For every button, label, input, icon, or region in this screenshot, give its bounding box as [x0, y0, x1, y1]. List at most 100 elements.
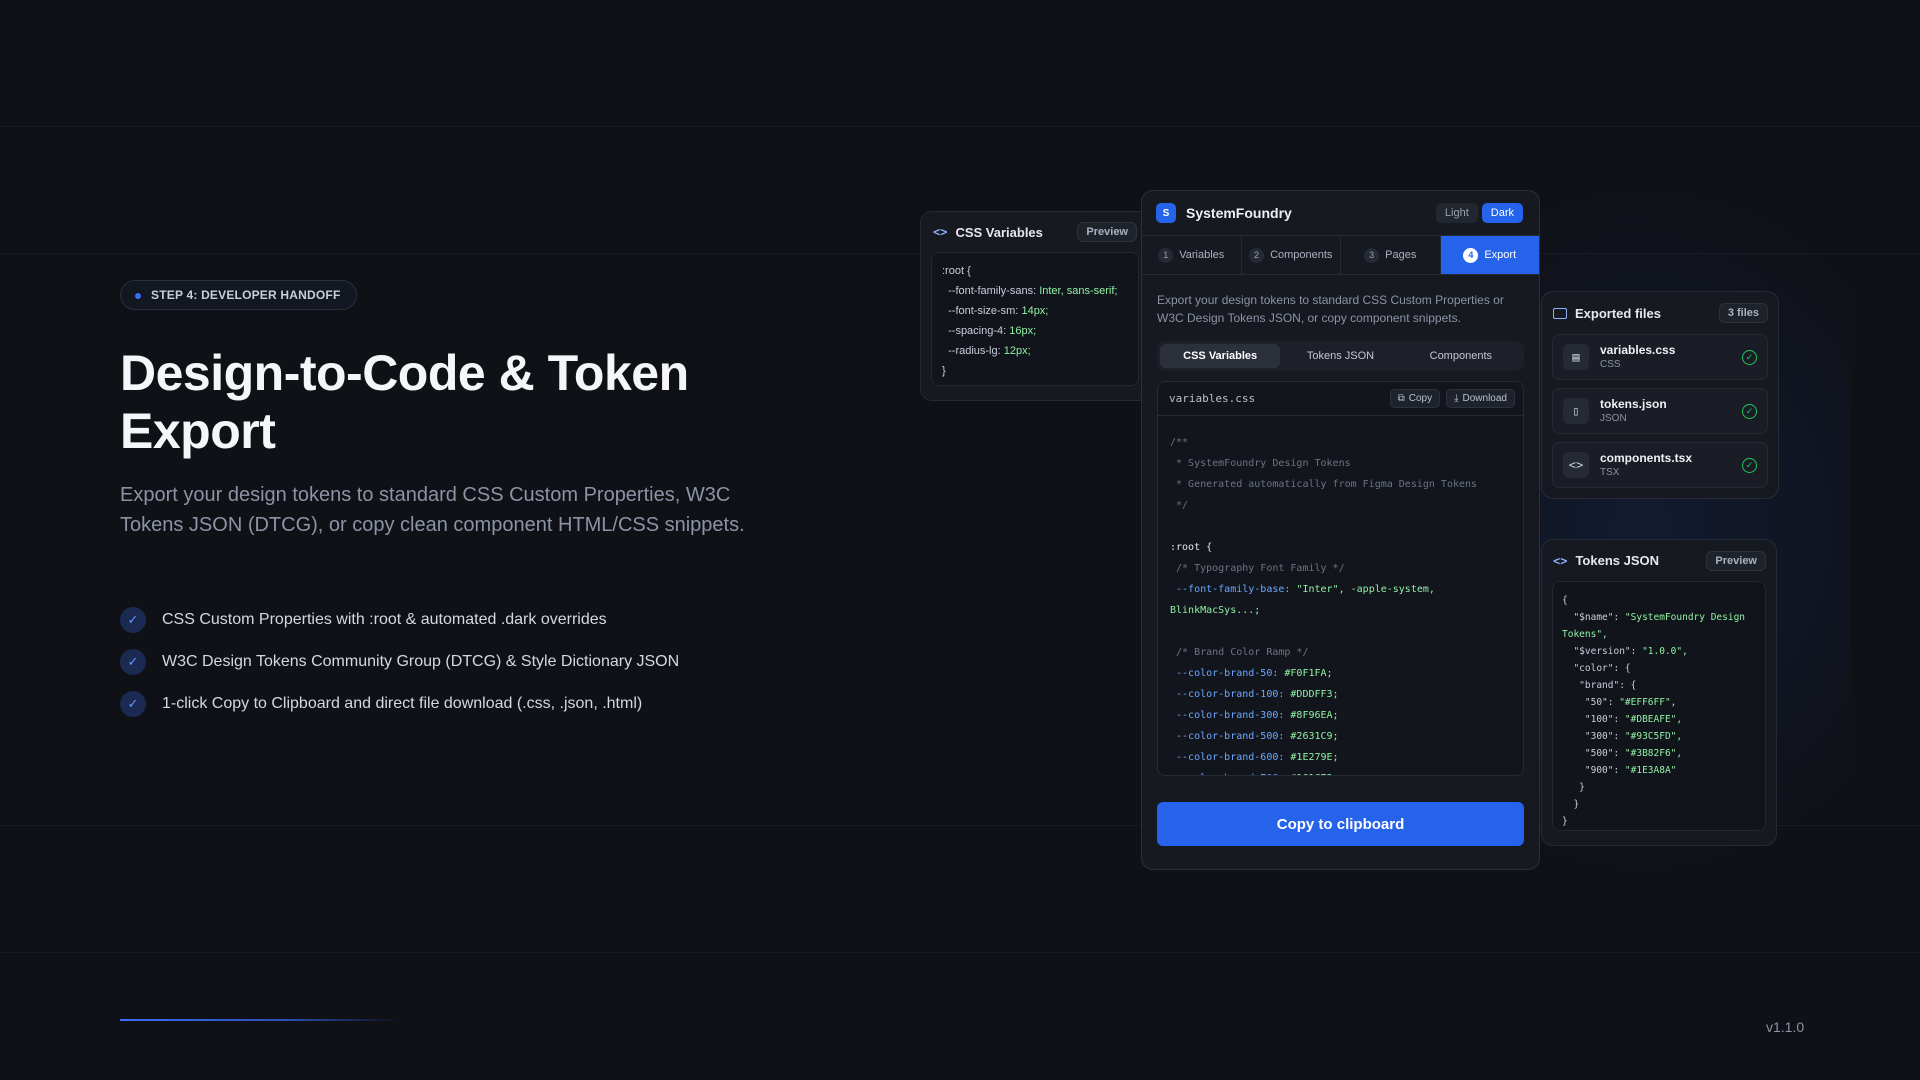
code-line: /** — [1170, 437, 1189, 448]
step-label: Pages — [1385, 249, 1417, 261]
code-icon: <> — [933, 225, 948, 239]
step-number: 1 — [1158, 247, 1174, 263]
file-item[interactable]: ▯ tokens.json JSON ✓ — [1552, 388, 1768, 434]
code-line: * Generated automatically from Figma Des… — [1170, 479, 1478, 490]
step-number: 3 — [1364, 247, 1380, 263]
tokens-json-card: <> Tokens JSON Preview { "$name": "Syste… — [1541, 539, 1777, 846]
code-value: #2631C9; — [1284, 731, 1339, 742]
tab-tokens-json[interactable]: Tokens JSON — [1280, 344, 1400, 368]
copy-button[interactable]: ⧉ Copy — [1389, 389, 1441, 408]
code-value: Inter, sans-serif; — [1039, 285, 1118, 297]
file-type: CSS — [1600, 358, 1621, 370]
json-line: { — [1562, 592, 1756, 609]
code-value: #F0F1FA; — [1278, 668, 1333, 679]
code-line: * SystemFoundry Design Tokens — [1170, 458, 1351, 469]
feature-label: 1-click Copy to Clipboard and direct fil… — [162, 695, 643, 712]
json-value: "SystemFoundry Design — [1624, 612, 1746, 623]
json-line: } — [1562, 796, 1756, 813]
preview-button[interactable]: Preview — [1077, 222, 1137, 242]
json-key: "brand": { — [1562, 680, 1637, 691]
step-label: Variables — [1179, 249, 1225, 261]
code-icon: <> — [1553, 553, 1568, 568]
code-line: :root { — [1170, 542, 1213, 553]
code-value: 16px; — [1009, 325, 1037, 337]
code-line: --color-brand-300: #8F96EA; — [1170, 705, 1511, 726]
download-button[interactable]: ⤓ Download — [1446, 389, 1515, 408]
code-property: --color-brand-300: — [1170, 710, 1285, 721]
copy-to-clipboard-button[interactable]: Copy to clipboard — [1157, 802, 1524, 846]
json-key: "$name": — [1562, 612, 1625, 623]
code-line: --color-brand-600: #1E279E; — [1170, 747, 1511, 768]
tab-css-variables[interactable]: CSS Variables — [1160, 344, 1281, 368]
page-subtitle: Export your design tokens to standard CS… — [120, 484, 745, 536]
json-key: "$version": — [1562, 646, 1643, 657]
code-editor: variables.css ⧉ Copy ⤓ Download /** * Syst… — [1157, 381, 1524, 776]
check-icon: ✓ — [120, 649, 146, 675]
export-panel: S SystemFoundry Light Dark 1 Variables 2C… — [1141, 190, 1540, 870]
json-value: "#EFF6FF", — [1619, 697, 1677, 708]
file-name: tokens.json — [1600, 396, 1667, 411]
json-key: "100": — [1562, 714, 1625, 725]
code-line: /* Typography Font Family */ — [1170, 563, 1345, 574]
tab-export[interactable]: 4 Export — [1440, 236, 1539, 274]
editor-filename: variables.css — [1169, 392, 1256, 405]
json-key: "900": — [1562, 765, 1625, 776]
page-title: Design-to-Code & Token Export — [120, 345, 689, 459]
code-property: --font-family-base: — [1170, 584, 1291, 595]
json-line: "$version": "1.0.0", — [1562, 643, 1756, 660]
json-line: "900": "#1E3A8A" — [1562, 762, 1756, 779]
preview-button[interactable]: Preview — [1706, 550, 1766, 571]
file-name: variables.css — [1600, 342, 1676, 357]
code-line: */ — [1170, 500, 1189, 511]
tab-pages[interactable]: 3 Pages — [1341, 236, 1441, 274]
step-badge: STEP 4: DEVELOPER HANDOFF — [120, 280, 358, 310]
file-item[interactable]: ▤ variables.css CSS ✓ — [1552, 334, 1768, 380]
app-header: S SystemFoundry Light Dark — [1142, 191, 1539, 235]
grid-line — [0, 952, 1920, 953]
css-variables-card: <> CSS Variables Preview :root { --font-… — [920, 211, 1150, 401]
card-header: <> Tokens JSON Preview — [1542, 540, 1776, 581]
file-count-badge: 3 files — [1718, 303, 1768, 323]
dark-mode-button[interactable]: Dark — [1481, 203, 1523, 223]
code-value: #DDDFF3; — [1284, 689, 1339, 700]
feature-label: CSS Custom Properties with :root & autom… — [162, 611, 607, 628]
step-tabs: 1 Variables 2 Components 3 Pages 4 Export — [1142, 235, 1539, 275]
json-key: "500": — [1562, 748, 1625, 759]
json-line: "brand": { — [1562, 677, 1756, 694]
code-line: } — [942, 361, 1128, 381]
tokens-json-snippet: { "$name": "SystemFoundry Design Tokens",… — [1552, 581, 1766, 831]
file-item[interactable]: <> components.tsx TSX ✓ — [1552, 442, 1768, 488]
copy-icon: ⧉ — [1397, 393, 1405, 404]
light-mode-button[interactable]: Light — [1435, 203, 1478, 223]
card-title-label: Exported files — [1575, 305, 1661, 321]
code-body: /** * SystemFoundry Design Tokens * Gene… — [1158, 416, 1523, 775]
file-icon: ▯ — [1563, 398, 1589, 424]
tab-components[interactable]: 2 Components — [1242, 236, 1341, 274]
theme-toggle: Light Dark — [1435, 203, 1523, 223]
code-value: #1E279E; — [1284, 752, 1339, 763]
file-meta: tokens.json JSON — [1600, 397, 1742, 426]
tab-variables[interactable]: 1 Variables — [1142, 236, 1242, 274]
editor-header: variables.css ⧉ Copy ⤓ Download — [1158, 382, 1523, 416]
download-icon: ⤓ — [1454, 393, 1459, 404]
editor-actions: ⧉ Copy ⤓ Download — [1389, 389, 1515, 408]
check-circle-icon: ✓ — [1742, 349, 1757, 365]
step-number: 4 — [1463, 247, 1479, 263]
file-type: JSON — [1600, 412, 1627, 424]
json-line: Tokens", — [1562, 626, 1756, 643]
tab-components-snippet[interactable]: Components — [1401, 344, 1521, 368]
copy-label: Copy — [1408, 393, 1433, 404]
code-line: BlinkMacSys...; — [1170, 605, 1261, 616]
code-property: --font-family-sans: — [942, 285, 1040, 297]
step-label: Components — [1270, 249, 1333, 261]
code-property: --color-brand-50: — [1170, 668, 1279, 679]
check-icon: ✓ — [120, 607, 146, 633]
feature-list: ✓ CSS Custom Properties with :root & aut… — [120, 607, 679, 733]
brand-logo: S — [1156, 203, 1176, 223]
format-tabs: CSS Variables Tokens JSON Components — [1157, 341, 1524, 371]
code-line: --color-brand-50: #F0F1FA; — [1170, 663, 1511, 684]
css-snippet: :root { --font-family-sans: Inter, sans-… — [931, 252, 1139, 386]
card-title-label: CSS Variables — [955, 224, 1043, 240]
json-key: } — [1562, 816, 1568, 827]
